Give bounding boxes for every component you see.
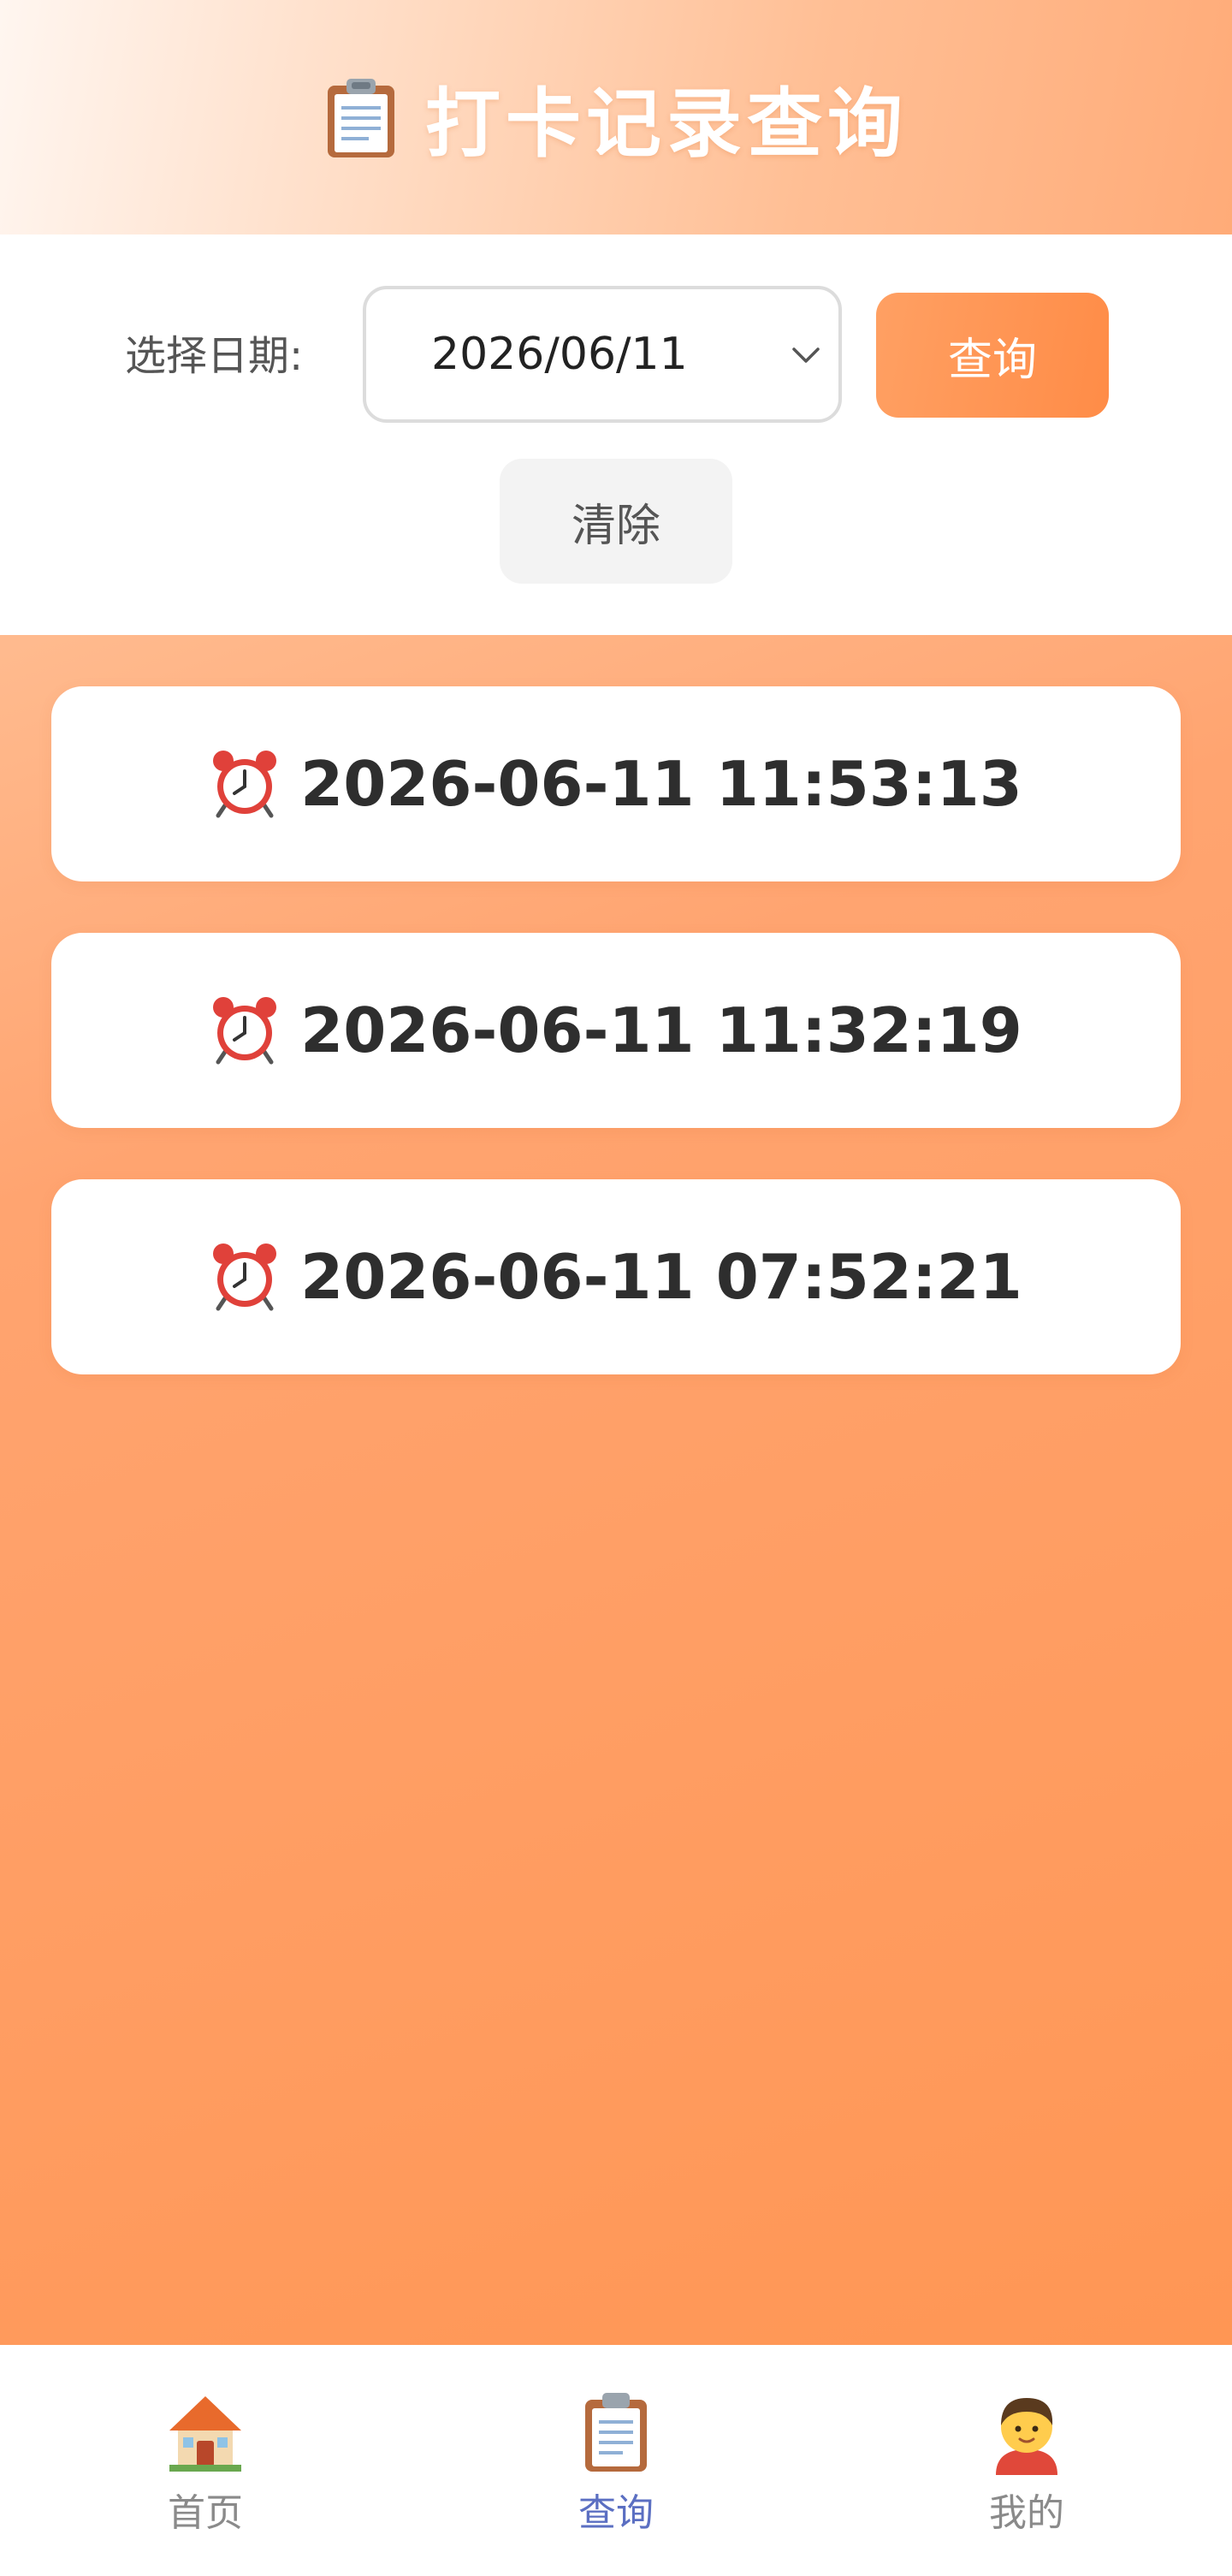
date-value: 2026/06/11 bbox=[431, 329, 688, 380]
chevron-down-icon bbox=[792, 347, 820, 363]
record-card: 2026-06-11 07:52:21 bbox=[51, 1179, 1181, 1374]
alarm-clock-icon bbox=[213, 751, 277, 818]
filter-panel: 选择日期: 2026/06/11 查询 清除 bbox=[0, 234, 1232, 635]
query-button[interactable]: 查询 bbox=[876, 293, 1109, 418]
clipboard-icon bbox=[327, 79, 394, 157]
nav-item-home[interactable]: 首页 bbox=[0, 2345, 411, 2576]
house-icon bbox=[169, 2396, 241, 2472]
records-list: 2026-06-11 11:53:13 2026-06-11 11:32:19 … bbox=[51, 686, 1181, 1426]
record-time: 2026-06-11 07:52:21 bbox=[300, 1241, 1022, 1313]
clear-button[interactable]: 清除 bbox=[500, 459, 732, 584]
record-card: 2026-06-11 11:53:13 bbox=[51, 686, 1181, 881]
bottom-nav: 首页 查询 我的 bbox=[0, 2345, 1232, 2576]
nav-item-query[interactable]: 查询 bbox=[411, 2345, 821, 2576]
date-label: 选择日期: bbox=[125, 332, 304, 380]
record-time: 2026-06-11 11:53:13 bbox=[300, 748, 1022, 820]
nav-label-home: 首页 bbox=[168, 2491, 243, 2535]
page-title: 打卡记录查询 bbox=[424, 79, 908, 168]
clipboard-icon bbox=[585, 2393, 647, 2472]
alarm-clock-icon bbox=[213, 997, 277, 1065]
alarm-clock-icon bbox=[213, 1243, 277, 1311]
nav-label-profile: 我的 bbox=[989, 2491, 1064, 2535]
page-header: 打卡记录查询 bbox=[0, 0, 1232, 234]
nav-label-query: 查询 bbox=[578, 2491, 654, 2535]
date-select[interactable]: 2026/06/11 bbox=[363, 286, 842, 423]
nav-item-profile[interactable]: 我的 bbox=[821, 2345, 1232, 2576]
record-card: 2026-06-11 11:32:19 bbox=[51, 933, 1181, 1128]
record-time: 2026-06-11 11:32:19 bbox=[300, 994, 1022, 1066]
person-icon bbox=[996, 2398, 1057, 2475]
